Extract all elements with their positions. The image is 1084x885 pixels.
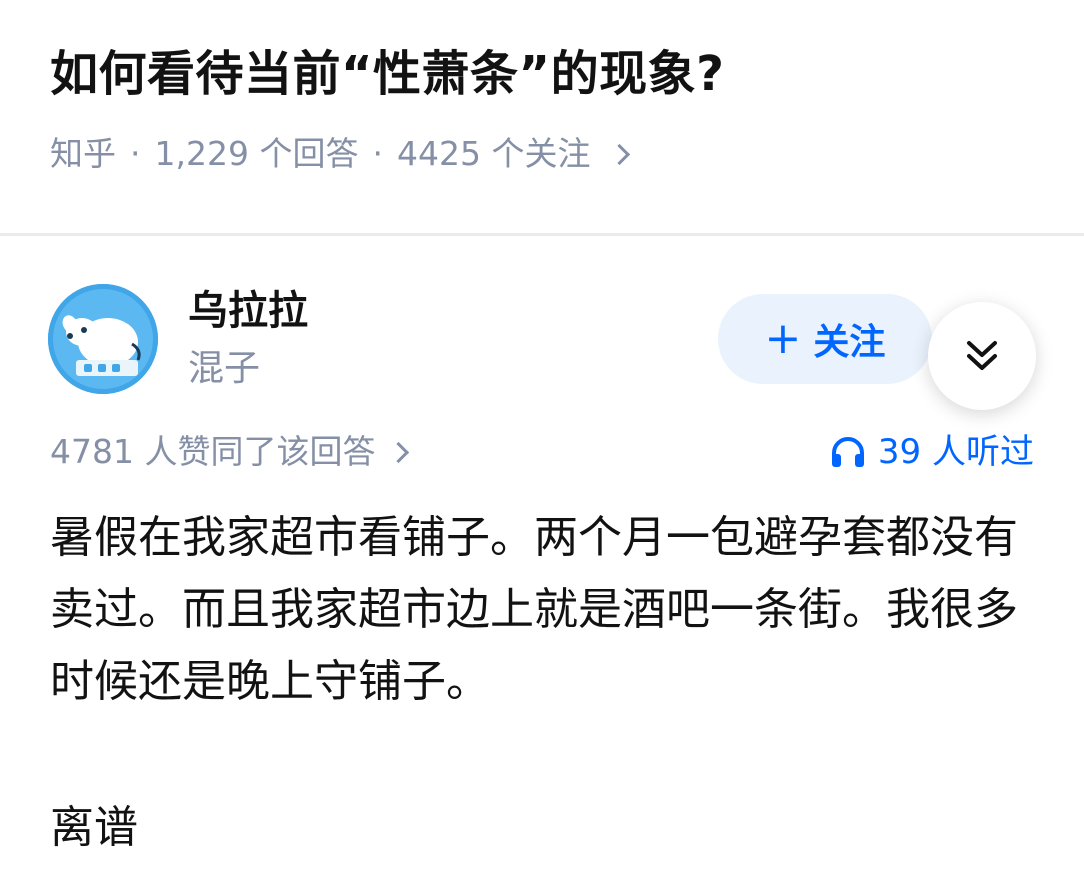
dog-avatar-icon xyxy=(48,284,158,394)
meta-separator: · xyxy=(372,134,383,173)
avatar[interactable] xyxy=(48,284,158,394)
follow-button[interactable]: + 关注 xyxy=(718,294,932,384)
chevron-right-icon xyxy=(609,143,631,165)
follow-label: 关注 xyxy=(813,322,886,363)
section-divider xyxy=(0,233,1084,236)
headphones-icon xyxy=(831,437,864,467)
author-name[interactable]: 乌拉拉 xyxy=(188,282,308,340)
double-chevron-down-icon xyxy=(967,341,997,370)
listen-count-text: 39 人听过 xyxy=(877,432,1034,472)
vote-count-text: 4781 人赞同了该回答 xyxy=(50,432,376,471)
listen-count[interactable]: 39 人听过 xyxy=(830,426,1034,478)
source-label: 知乎 xyxy=(50,134,116,173)
collapse-button[interactable] xyxy=(928,302,1036,410)
chevron-right-icon xyxy=(388,441,410,463)
answer-paragraph: 暑假在我家超市看铺子。两个月一包避孕套都没有卖过。而且我家超市边上就是酒吧一条街… xyxy=(50,512,1018,707)
answer-paragraph: 离谱 xyxy=(50,802,138,853)
answer-body[interactable]: 暑假在我家超市看铺子。两个月一包避孕套都没有卖过。而且我家超市边上就是酒吧一条街… xyxy=(50,502,1040,864)
plus-icon: + xyxy=(764,313,802,364)
question-meta[interactable]: 知乎 · 1,229 个回答 · 4425 个关注 xyxy=(50,128,631,180)
answer-count: 1,229 个回答 xyxy=(154,134,359,173)
vote-count[interactable]: 4781 人赞同了该回答 xyxy=(50,426,410,478)
author-headline: 混子 xyxy=(188,348,261,389)
question-title[interactable]: 如何看待当前“性萧条”的现象? xyxy=(50,36,724,112)
meta-separator: · xyxy=(130,134,141,173)
follower-count: 4425 个关注 xyxy=(396,134,591,173)
